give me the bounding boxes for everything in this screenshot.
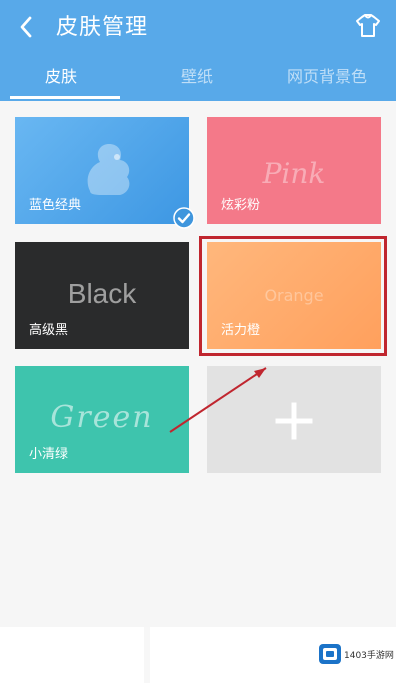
highlight-box: [199, 236, 387, 356]
site-watermark-text: 1403手游网: [344, 651, 394, 661]
skin-label: 高级黑: [29, 323, 69, 338]
skin-management-page: 皮肤管理 皮肤 壁纸 网页背景色 蓝色经典 Pink 炫彩粉 Black 高级黑…: [0, 0, 396, 683]
page-title: 皮肤管理: [56, 15, 149, 40]
tab-skin[interactable]: 皮肤: [45, 63, 77, 87]
skin-tile-pink[interactable]: Pink 炫彩粉: [207, 117, 381, 224]
bottom-divider: [144, 627, 150, 683]
plus-icon: [275, 402, 313, 440]
back-icon[interactable]: [12, 12, 42, 42]
active-tab-indicator: [10, 96, 120, 99]
skin-label: 蓝色经典: [29, 198, 82, 213]
selected-check-icon: [173, 207, 195, 229]
skin-tile-black[interactable]: Black 高级黑: [15, 242, 189, 349]
tab-web-background-color[interactable]: 网页背景色: [287, 63, 367, 87]
shirt-icon[interactable]: [354, 12, 382, 40]
skin-watermark: Pink: [262, 157, 326, 190]
tab-wallpaper[interactable]: 壁纸: [181, 63, 213, 87]
app-header: 皮肤管理 皮肤 壁纸 网页背景色: [0, 0, 396, 101]
skin-label: 炫彩粉: [221, 198, 261, 213]
skin-watermark: Black: [67, 278, 137, 309]
squirrel-icon: [87, 144, 130, 195]
site-watermark: 1403手游网: [318, 642, 396, 668]
annotation-arrow: [169, 367, 267, 433]
skin-tile-blue-classic[interactable]: 蓝色经典: [15, 117, 189, 224]
site-logo-icon: [319, 644, 341, 664]
skin-label: 小清绿: [29, 447, 69, 462]
